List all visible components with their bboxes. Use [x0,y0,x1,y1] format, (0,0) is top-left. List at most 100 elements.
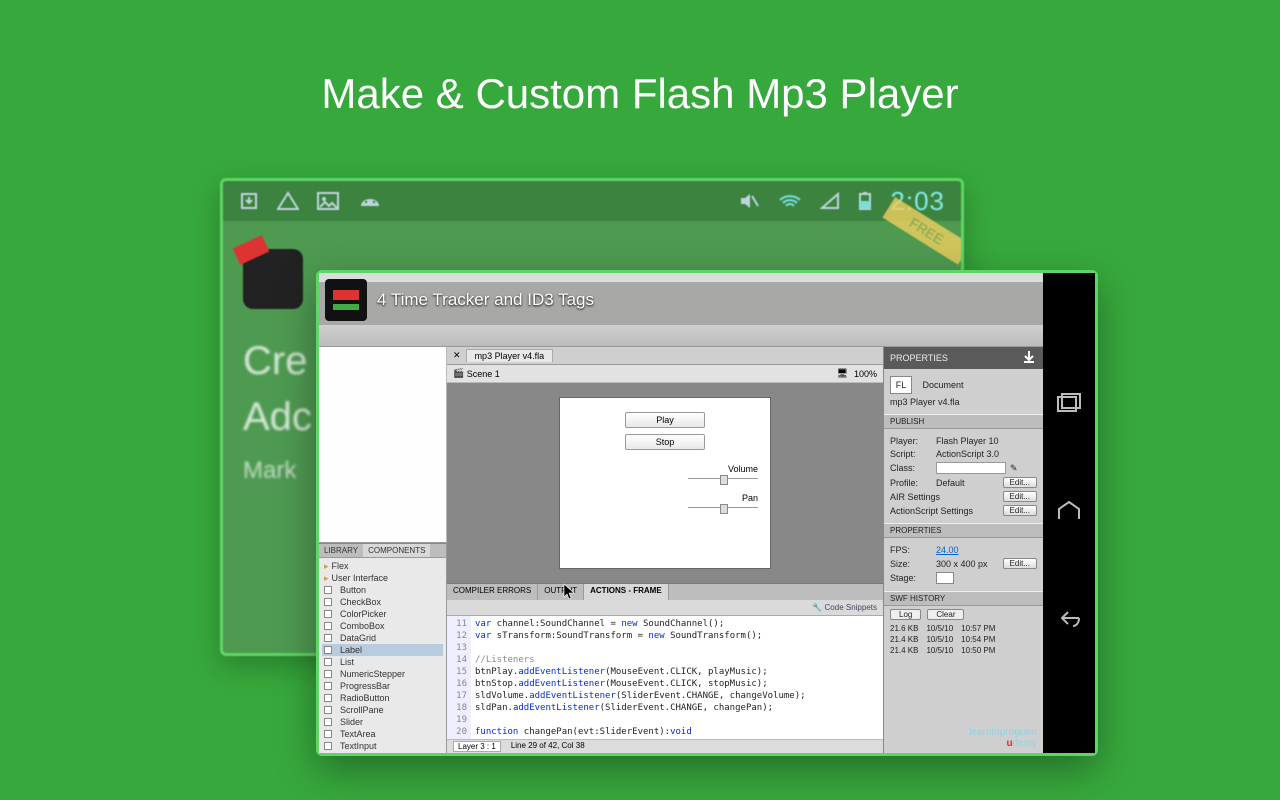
scene-bar: 🎬 Scene 1 🖥 100% [447,365,883,383]
component-tilelist[interactable]: TileList [322,752,443,753]
tab-actions[interactable]: ACTIONS - FRAME [584,584,669,600]
android-statusbar: 2:03 [223,181,961,221]
class-pencil-icon[interactable]: ✎ [1010,463,1018,474]
component-textinput[interactable]: TextInput [322,740,443,752]
component-checkbox[interactable]: CheckBox [322,596,443,608]
stage-label: Stage: [890,573,932,583]
video-title-text: 4 Time Tracker and ID3 Tags [377,290,594,310]
download-icon [239,191,259,211]
recent-apps-icon[interactable] [1056,393,1082,420]
properties-section[interactable]: PROPERTIES [884,523,1043,538]
tab-components[interactable]: COMPONENTS [363,544,430,557]
component-radiobutton[interactable]: RadioButton [322,692,443,704]
component-flex[interactable]: ▸ Flex [322,560,443,572]
wifi-icon [778,192,802,210]
doc-tab[interactable]: mp3 Player v4.fla [466,349,554,362]
log-button[interactable]: Log [890,609,921,620]
page-title: Make & Custom Flash Mp3 Player [0,0,1280,118]
air-settings-label: AIR Settings [890,492,999,502]
component-user interface[interactable]: ▸ User Interface [322,572,443,584]
air-edit-button[interactable]: Edit... [1003,491,1037,502]
as-edit-button[interactable]: Edit... [1003,505,1037,516]
volume-label: Volume [572,464,758,474]
component-progressbar[interactable]: ProgressBar [322,680,443,692]
watermark-line1: learntoprogram [969,727,1037,738]
swf-history-section[interactable]: SWF HISTORY [884,591,1043,606]
image-icon [317,192,339,210]
size-edit-button[interactable]: Edit... [1003,558,1037,569]
download-arrow-icon[interactable] [1021,349,1037,367]
fps-value[interactable]: 24.00 [936,545,959,555]
properties-panel[interactable]: PROPERTIES FL Document mp3 Player v4.fla… [883,347,1043,753]
back-icon[interactable] [1055,607,1083,634]
workspace-icon[interactable]: 🖥 [837,368,848,379]
tab-library[interactable]: LIBRARY [319,544,363,557]
left-blank-panel [319,347,447,543]
volume-slider[interactable] [688,478,758,479]
app-icon [243,249,303,309]
tab-output[interactable]: OUTPUT [538,584,584,600]
component-scrollpane[interactable]: ScrollPane [322,704,443,716]
components-tree[interactable]: ▸ Flex▸ User Interface Button CheckBox C… [319,558,446,753]
home-icon[interactable] [1055,499,1083,528]
script-value: ActionScript 3.0 [936,449,1037,459]
zoom-value[interactable]: 100% [854,369,877,379]
stop-button[interactable]: Stop [625,434,705,450]
android-navbar[interactable] [1043,273,1095,753]
code-gutter: 111213141516171819202122 [447,616,471,739]
code-statusbar: Layer 3 : 1 Line 29 of 42, Col 38 [447,739,883,753]
ide-screen: 4 Time Tracker and ID3 Tags LIBRARY COMP… [319,273,1043,753]
code-snippets-button[interactable]: 🔧 Code Snippets [812,603,877,612]
component-list[interactable]: List [322,656,443,668]
scene-name: Scene 1 [467,369,500,379]
component-textarea[interactable]: TextArea [322,728,443,740]
profile-value: Default [936,478,965,488]
profile-label: Profile: [890,478,932,488]
stage-area[interactable]: Play Stop Volume Pan [447,383,883,583]
tab-compiler-errors[interactable]: COMPILER ERRORS [447,584,538,600]
doc-name: mp3 Player v4.fla [890,397,960,407]
play-button[interactable]: Play [625,412,705,428]
document-tabs[interactable]: ✕ mp3 Player v4.fla [447,347,883,365]
components-panel[interactable]: LIBRARY COMPONENTS ▸ Flex▸ User Interfac… [319,543,447,753]
script-label: Script: [890,449,932,459]
player-value: Flash Player 10 [936,436,1037,446]
clear-button[interactable]: Clear [927,609,964,620]
component-slider[interactable]: Slider [322,716,443,728]
signal-icon [820,192,840,210]
fps-label: FPS: [890,545,932,555]
component-datagrid[interactable]: DataGrid [322,632,443,644]
pan-label: Pan [572,493,758,503]
code-editor[interactable]: var channel:SoundChannel = new SoundChan… [471,616,883,739]
component-colorpicker[interactable]: ColorPicker [322,608,443,620]
component-combobox[interactable]: ComboBox [322,620,443,632]
front-tablet: 4 Time Tracker and ID3 Tags LIBRARY COMP… [316,270,1098,756]
doc-type: Document [923,380,964,390]
component-numericstepper[interactable]: NumericStepper [322,668,443,680]
stage-canvas[interactable]: Play Stop Volume Pan [560,398,770,568]
swf-history-row: 21.6 KB10/5/1010:57 PM [884,623,1043,634]
video-overlay: 4 Time Tracker and ID3 Tags [325,279,594,321]
publish-section[interactable]: PUBLISH [884,414,1043,429]
ide-toolbar[interactable] [319,325,1043,347]
status-layer[interactable]: Layer 3 : 1 [453,741,501,752]
video-thumb-icon [325,279,367,321]
pan-slider[interactable] [688,507,758,508]
size-value: 300 x 400 px [936,559,988,569]
watermark: learntoprogram uudemydemy [969,727,1037,749]
profile-edit-button[interactable]: Edit... [1003,477,1037,488]
swf-history-row: 21.4 KB10/5/1010:54 PM [884,634,1043,645]
stage-color-swatch[interactable] [936,572,954,584]
fl-icon: FL [890,376,912,394]
battery-icon [858,191,872,211]
component-button[interactable]: Button [322,584,443,596]
mute-icon [738,192,760,210]
status-cursor-pos: Line 29 of 42, Col 38 [511,741,585,752]
swf-history-row: 21.4 KB10/5/1010:50 PM [884,645,1043,656]
size-label: Size: [890,559,932,569]
class-input[interactable] [936,462,1006,474]
actions-panel[interactable]: COMPILER ERRORS OUTPUT ACTIONS - FRAME 🔧… [447,583,883,753]
as-settings-label: ActionScript Settings [890,506,999,516]
class-label: Class: [890,463,932,473]
component-label[interactable]: Label [322,644,443,656]
